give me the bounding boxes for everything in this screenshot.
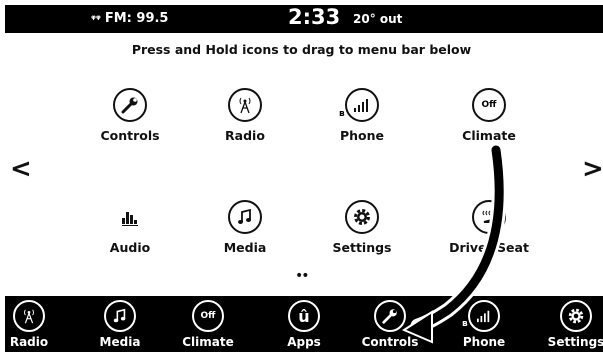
radio-tower-icon	[13, 300, 45, 332]
equalizer-icon	[113, 200, 147, 234]
menu-item-controls[interactable]: Controls	[350, 300, 430, 349]
status-bar: ᵠᵠ FM: 99.5 2:33 20° out	[5, 5, 603, 33]
outside-temperature: 20° out	[353, 12, 403, 26]
gear-icon	[345, 200, 379, 234]
menu-item-climate[interactable]: Off Climate	[168, 300, 248, 349]
app-media[interactable]: Media	[190, 200, 300, 255]
app-audio[interactable]: Audio	[75, 200, 185, 255]
bluetooth-icon: ʙ	[339, 109, 345, 119]
menu-label: Radio	[9, 335, 49, 349]
app-label: Media	[223, 240, 267, 255]
radio-station: FM: 99.5	[104, 11, 169, 26]
app-label: Climate	[462, 128, 516, 143]
menu-label: Settings	[547, 335, 603, 349]
menu-label: Media	[99, 335, 141, 349]
menu-label: Apps	[287, 335, 321, 349]
app-label: Settings	[332, 240, 392, 255]
app-label: Audio	[109, 240, 151, 255]
menu-item-radio[interactable]: Radio	[0, 300, 69, 349]
next-page-button[interactable]: >	[582, 156, 603, 182]
phone-signal-icon: ʙ	[462, 300, 500, 332]
app-settings[interactable]: Settings	[307, 200, 417, 255]
bluetooth-icon: ʙ	[462, 319, 468, 329]
off-icon: Off	[472, 88, 506, 122]
clock: 2:33	[288, 5, 341, 29]
instruction-text: Press and Hold icons to drag to menu bar…	[131, 42, 472, 57]
app-label: Radio	[225, 128, 265, 143]
page-indicator: ••	[295, 268, 309, 284]
antenna-icon: ᵠᵠ	[91, 14, 101, 25]
prev-page-button[interactable]: <	[10, 156, 32, 182]
music-note-icon	[104, 300, 136, 332]
app-label: Controls	[100, 128, 160, 143]
heated-seat-icon	[472, 200, 506, 234]
app-driver-seat[interactable]: Driver Seat	[434, 200, 544, 255]
app-label: Phone	[339, 128, 385, 143]
wrench-icon	[374, 300, 406, 332]
menu-label: Controls	[361, 335, 419, 349]
app-climate[interactable]: Off Climate	[434, 88, 544, 143]
app-label: Driver Seat	[449, 240, 529, 255]
off-icon: Off	[192, 300, 224, 332]
apps-icon: û	[288, 300, 320, 332]
radio-tower-icon	[228, 88, 262, 122]
phone-signal-icon: ʙ	[339, 88, 379, 122]
music-note-icon	[228, 200, 262, 234]
menu-item-phone[interactable]: ʙ Phone	[444, 300, 524, 349]
app-phone[interactable]: ʙ Phone	[307, 88, 417, 143]
menu-bar: Radio Media Off Climate û Apps Controls …	[5, 296, 603, 352]
menu-item-apps[interactable]: û Apps	[264, 300, 344, 349]
menu-item-media[interactable]: Media	[80, 300, 160, 349]
menu-item-settings[interactable]: Settings	[536, 300, 603, 349]
app-controls[interactable]: Controls	[75, 88, 185, 143]
wrench-icon	[113, 88, 147, 122]
app-radio[interactable]: Radio	[190, 88, 300, 143]
menu-label: Climate	[182, 335, 234, 349]
menu-label: Phone	[462, 335, 506, 349]
status-radio[interactable]: ᵠᵠ FM: 99.5	[91, 11, 168, 26]
gear-icon	[560, 300, 592, 332]
